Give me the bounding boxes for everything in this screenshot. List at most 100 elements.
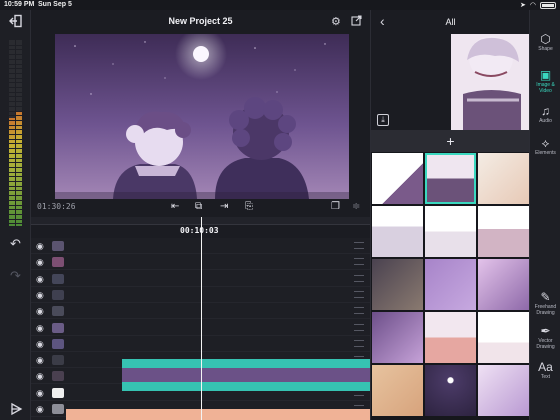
meter-segment [9,218,15,220]
media-thumbnail[interactable] [425,312,476,363]
bookmark-button[interactable]: ⎘ [245,201,253,212]
meter-segment [9,199,15,201]
visibility-eye-icon[interactable]: ◉ [36,274,44,285]
playhead[interactable] [201,217,202,420]
settings-button[interactable]: ⚙ [331,15,341,28]
meter-segment [9,72,15,74]
meter-segment [16,204,22,206]
gear-icon: ⚙ [331,16,341,28]
bookmark-icon: ⎘ [245,201,253,212]
jump-to-end-button[interactable]: ⇥ [220,201,228,212]
meter-segment [9,204,15,206]
tool-label: Text [540,374,551,380]
media-thumbnail[interactable] [478,259,529,310]
drag-handle-icon[interactable] [354,242,364,249]
visibility-eye-icon[interactable]: ◉ [36,355,44,366]
share-icon [351,15,362,26]
media-thumbnail[interactable] [478,153,529,204]
media-thumbnail[interactable] [372,312,423,363]
tool-shape[interactable]: ⬡ Shape [530,32,560,52]
visibility-eye-icon[interactable]: ◉ [36,323,44,334]
meter-segment [16,58,22,60]
status-bar: 10:59 PM Sun Sep 5 ➤ ◠ [0,0,560,10]
visibility-eye-icon[interactable]: ◉ [36,388,44,399]
jump-to-start-button[interactable]: ⇤ [171,201,179,212]
meter-segment [9,176,15,178]
drag-handle-icon[interactable] [354,290,364,298]
media-thumbnail[interactable] [478,312,529,363]
media-thumbnail[interactable] [425,259,476,310]
media-thumbnail[interactable] [425,153,476,204]
meter-segment [16,209,22,211]
video-clip[interactable] [122,359,370,391]
meter-segment [16,63,22,65]
tool-elements[interactable]: ⟡ Elements [530,136,560,156]
visibility-eye-icon[interactable]: ◉ [36,257,44,268]
copy-icon: ❐ [331,201,340,212]
image-icon: ▣ [539,68,552,82]
meter-segment [9,152,15,154]
media-thumbnail[interactable] [478,206,529,257]
meter-segment [16,162,22,164]
media-thumbnail[interactable] [372,153,423,204]
tool-text[interactable]: Aa Text [530,360,560,380]
meter-segment [9,96,15,98]
playback-controls: 01:30:26 ⇤ ⧉ ⇥ ⎘ ❐ ≑ [31,199,370,217]
meter-segment [16,44,22,46]
meter-segment [16,91,22,93]
media-info-button[interactable]: ⤓ [377,114,389,126]
image-clip[interactable] [66,409,370,420]
media-thumbnail[interactable] [425,365,476,416]
meter-segment [16,101,22,103]
selected-media-illustration [371,34,529,130]
add-media-button[interactable]: + [371,130,529,152]
drag-handle-icon[interactable] [354,274,364,282]
media-thumbnail[interactable] [478,365,529,416]
project-title[interactable]: New Project 25 [31,16,370,26]
visibility-eye-icon[interactable]: ◉ [36,241,44,252]
meter-segment [9,185,15,187]
copy-button[interactable]: ❐ [331,201,340,212]
tool-image-video[interactable]: ▣ Image & Video [530,68,560,94]
visibility-eye-icon[interactable]: ◉ [36,306,44,317]
visibility-eye-icon[interactable]: ◉ [36,371,44,382]
media-thumbnail[interactable] [372,259,423,310]
undo-button[interactable]: ↶ [0,236,31,252]
drag-handle-icon[interactable] [354,339,364,347]
tool-freehand-drawing[interactable]: ✎ Freehand Drawing [530,290,560,316]
media-thumbnail[interactable] [425,206,476,257]
meter-segment [9,143,15,145]
meter-segment [9,58,15,60]
visibility-eye-icon[interactable]: ◉ [36,290,44,301]
meter-segment [16,105,22,107]
media-thumbnail[interactable] [372,365,423,416]
total-timecode: 01:30:26 [37,202,76,211]
redo-button[interactable]: ↷ [0,268,31,284]
drag-handle-icon[interactable] [354,323,364,331]
video-preview[interactable] [55,34,349,199]
tool-vector-drawing[interactable]: ✒ Vector Drawing [530,324,560,350]
tool-audio[interactable]: ♫ Audio [530,104,560,124]
elements-icon: ⟡ [541,136,550,150]
play-button[interactable] [0,402,31,419]
split-clip-button[interactable]: ⧉ [195,201,202,212]
meter-segment [16,171,22,173]
meter-segment [16,166,22,168]
meter-segment [16,110,22,112]
share-button[interactable] [351,15,362,29]
meter-segment [9,82,15,84]
tool-label: Elements [535,150,556,156]
project-header: New Project 25 ⚙ [31,10,370,34]
meter-segment [16,185,22,187]
adjust-button[interactable]: ≑ [352,201,360,212]
visibility-eye-icon[interactable]: ◉ [36,339,44,350]
drag-handle-icon[interactable] [354,258,364,266]
wifi-icon: ◠ [529,2,536,9]
drag-handle-icon[interactable] [354,307,364,315]
meter-segment [9,138,15,140]
exit-project-button[interactable] [0,14,31,31]
visibility-eye-icon[interactable]: ◉ [36,404,44,415]
meter-segment [16,82,22,84]
media-thumbnail[interactable] [372,206,423,257]
meter-segment [9,101,15,103]
